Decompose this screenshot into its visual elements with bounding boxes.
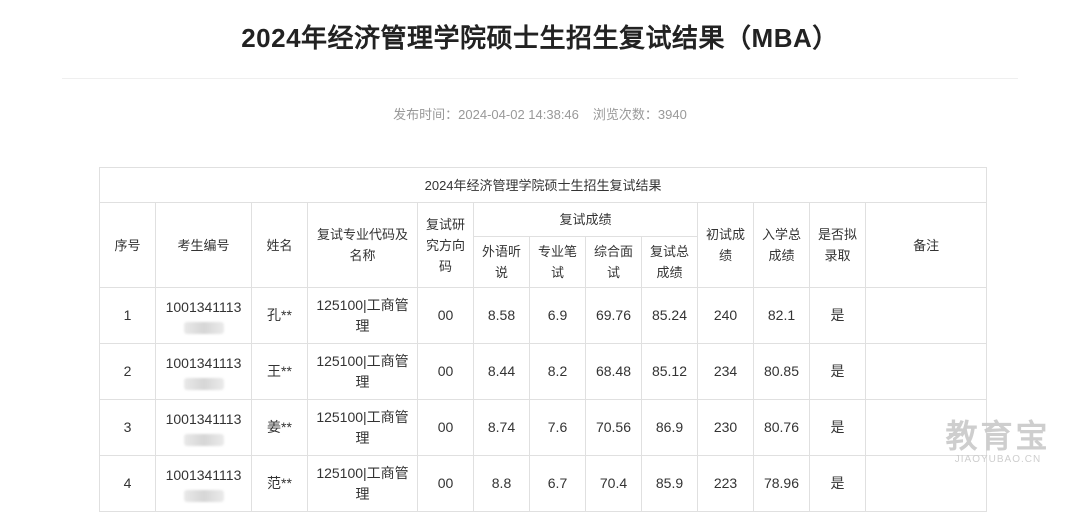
publish-time: 发布时间：2024-04-02 14:38:46	[393, 107, 579, 122]
cell-prelim: 240	[697, 287, 754, 344]
redacted-blur	[183, 321, 224, 334]
cell-exam-id: 1001341113	[155, 343, 252, 400]
header-prelim: 初试成绩	[697, 202, 754, 288]
cell-professional: 8.2	[529, 343, 586, 400]
cell-seq: 2	[99, 343, 156, 400]
cell-retest-total: 85.24	[641, 287, 698, 344]
cell-seq: 1	[99, 287, 156, 344]
header-seq: 序号	[99, 202, 156, 288]
redacted-blur	[183, 377, 224, 390]
header-remark: 备注	[864, 202, 988, 288]
cell-exam-id: 1001341113	[155, 455, 252, 512]
cell-interview: 68.48	[585, 343, 642, 400]
header-retest-group: 复试成绩	[473, 202, 698, 237]
cell-seq: 3	[99, 399, 156, 456]
cell-admit-total: 78.96	[753, 455, 810, 512]
cell-admit-total: 82.1	[753, 287, 810, 344]
cell-major: 125100|工商管理	[307, 343, 418, 400]
header-admit-total: 入学总成绩	[753, 202, 810, 288]
header-admit: 是否拟录取	[809, 202, 866, 288]
title-divider	[62, 78, 1018, 79]
cell-admit: 是	[809, 287, 866, 344]
header-major: 复试专业代码及名称	[307, 202, 418, 288]
header-interview: 综合面试	[585, 236, 642, 288]
cell-name: 姜**	[251, 399, 308, 456]
header-direction: 复试研究方向码	[417, 202, 474, 288]
cell-admit: 是	[809, 455, 866, 512]
cell-professional: 6.7	[529, 455, 586, 512]
cell-admit-total: 80.85	[753, 343, 810, 400]
cell-prelim: 223	[697, 455, 754, 512]
site-watermark: 教育宝 JIAOYUBAO.CN	[936, 418, 1060, 465]
cell-foreign: 8.74	[473, 399, 530, 456]
cell-admit: 是	[809, 399, 866, 456]
results-table: 2024年经济管理学院硕士生招生复试结果 序号 考生编号 姓名 复试专业代码及名…	[98, 167, 988, 512]
table-row: 3 1001341113 姜** 125100|工商管理 00 8.74 7.6…	[99, 399, 988, 456]
cell-foreign: 8.44	[473, 343, 530, 400]
header-exam-id: 考生编号	[155, 202, 252, 288]
table-row: 1 1001341113 孔** 125100|工商管理 00 8.58 6.9…	[99, 287, 988, 344]
cell-admit-total: 80.76	[753, 399, 810, 456]
cell-interview: 70.56	[585, 399, 642, 456]
page-title: 2024年经济管理学院硕士生招生复试结果（MBA）	[241, 23, 839, 53]
exam-id-text: 1001341113	[165, 466, 242, 483]
exam-id-text: 1001341113	[165, 410, 242, 427]
cell-retest-total: 85.9	[641, 455, 698, 512]
cell-major: 125100|工商管理	[307, 399, 418, 456]
exam-id-text: 1001341113	[165, 354, 242, 371]
cell-foreign: 8.58	[473, 287, 530, 344]
cell-interview: 70.4	[585, 455, 642, 512]
cell-exam-id: 1001341113	[155, 287, 252, 344]
cell-seq: 4	[99, 455, 156, 512]
cell-direction: 00	[417, 455, 474, 512]
cell-professional: 7.6	[529, 399, 586, 456]
article-meta: 发布时间：2024-04-02 14:38:46 浏览次数：3940	[0, 104, 1080, 123]
view-count: 浏览次数：3940	[592, 107, 687, 122]
cell-remark	[864, 287, 988, 344]
cell-name: 王**	[251, 343, 308, 400]
cell-major: 125100|工商管理	[307, 287, 418, 344]
cell-direction: 00	[417, 287, 474, 344]
cell-interview: 69.76	[585, 287, 642, 344]
cell-exam-id: 1001341113	[155, 399, 252, 456]
exam-id-text: 1001341113	[165, 298, 242, 315]
header-name: 姓名	[251, 202, 308, 288]
table-row: 4 1001341113 范** 125100|工商管理 00 8.8 6.7 …	[99, 455, 988, 512]
cell-major: 125100|工商管理	[307, 455, 418, 512]
cell-professional: 6.9	[529, 287, 586, 344]
table-row: 2 1001341113 王** 125100|工商管理 00 8.44 8.2…	[99, 343, 988, 400]
cell-admit: 是	[809, 343, 866, 400]
header-professional: 专业笔试	[529, 236, 586, 288]
redacted-blur	[183, 433, 224, 446]
cell-retest-total: 86.9	[641, 399, 698, 456]
cell-remark	[864, 343, 988, 400]
header-foreign: 外语听说	[473, 236, 530, 288]
cell-name: 孔**	[251, 287, 308, 344]
cell-foreign: 8.8	[473, 455, 530, 512]
watermark-url: JIAOYUBAO.CN	[954, 454, 1042, 465]
cell-retest-total: 85.12	[641, 343, 698, 400]
table-caption: 2024年经济管理学院硕士生招生复试结果	[98, 167, 988, 203]
header-retest-total: 复试总成绩	[641, 236, 698, 288]
cell-name: 范**	[251, 455, 308, 512]
cell-direction: 00	[417, 343, 474, 400]
results-table-wrapper: 2024年经济管理学院硕士生招生复试结果 序号 考生编号 姓名 复试专业代码及名…	[98, 167, 988, 512]
watermark-logo: 教育宝	[945, 418, 1051, 454]
redacted-blur	[183, 489, 224, 502]
cell-prelim: 234	[697, 343, 754, 400]
cell-prelim: 230	[697, 399, 754, 456]
cell-direction: 00	[417, 399, 474, 456]
